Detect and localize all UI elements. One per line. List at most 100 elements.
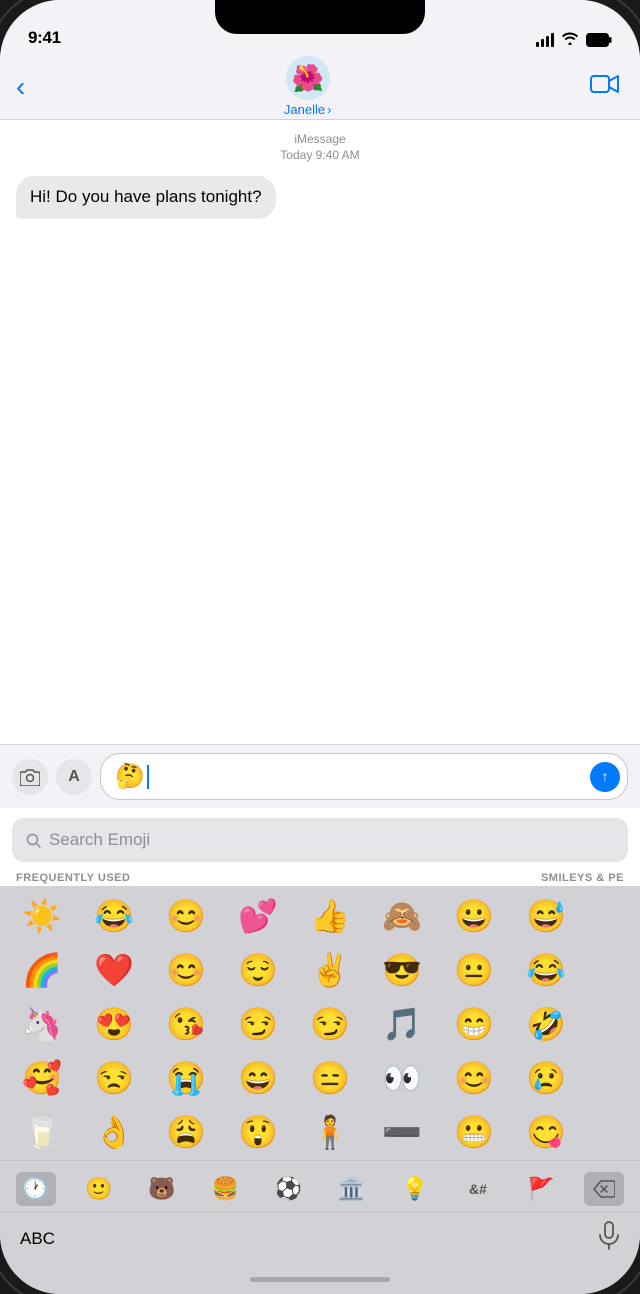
incoming-bubble: Hi! Do you have plans tonight?: [16, 176, 276, 219]
emoji-kiss[interactable]: 😘: [150, 998, 222, 1050]
signal-icon: [536, 33, 554, 47]
delete-icon: [593, 1180, 615, 1198]
back-arrow-icon: ‹: [16, 71, 25, 103]
camera-button[interactable]: [12, 759, 48, 795]
category-food[interactable]: 🍔: [205, 1172, 245, 1206]
notch: [215, 0, 425, 34]
back-button[interactable]: ‹: [16, 71, 25, 103]
category-sports[interactable]: ⚽: [268, 1172, 308, 1206]
emoji-cool[interactable]: 😎: [366, 944, 438, 996]
text-input-box[interactable]: 🤔: [100, 753, 628, 800]
emoji-laugh[interactable]: 😂: [78, 890, 150, 942]
emoji-hearteyes[interactable]: 😍: [78, 998, 150, 1050]
emoji-lovesmile[interactable]: 🥰: [6, 1052, 78, 1104]
category-objects[interactable]: 💡: [395, 1172, 435, 1206]
contact-info[interactable]: 🌺 Janelle ›: [284, 56, 332, 117]
home-bar: [250, 1277, 390, 1282]
emoji-grid: ☀️ 😂 😊 💕 👍 🙈 😀 😅 🌈 ❤️ 😊 😌 ✌️ 😎 😐 😂: [0, 886, 640, 1160]
emoji-wink[interactable]: 😏: [294, 998, 366, 1050]
emoji-search-bar[interactable]: Search Emoji: [12, 818, 628, 862]
video-call-button[interactable]: [590, 73, 620, 101]
emoji-grin[interactable]: 😀: [438, 890, 510, 942]
emoji-smile[interactable]: 😊: [150, 890, 222, 942]
emoji-person[interactable]: 🧍: [294, 1106, 366, 1158]
service-label: iMessage: [16, 132, 624, 146]
emoji-unicorn[interactable]: 🦄: [6, 998, 78, 1050]
emoji-bigsmile[interactable]: 😄: [222, 1052, 294, 1104]
mic-icon[interactable]: [598, 1221, 620, 1257]
abc-label[interactable]: ABC: [20, 1229, 55, 1249]
emoji-dash[interactable]: ➖: [366, 1106, 438, 1158]
input-emoji: 🤔: [115, 762, 145, 791]
category-smileys[interactable]: 🙂: [79, 1172, 119, 1206]
delete-button[interactable]: [584, 1172, 624, 1206]
category-symbols[interactable]: &#: [458, 1172, 498, 1206]
emoji-astonish[interactable]: 😲: [222, 1106, 294, 1158]
emoji-tired[interactable]: 😩: [150, 1106, 222, 1158]
emoji-row-1: ☀️ 😂 😊 💕 👍 🙈 😀 😅: [6, 890, 634, 942]
emoji-yum[interactable]: 😋: [510, 1106, 582, 1158]
home-indicator: [0, 1264, 640, 1294]
emoji-grimace[interactable]: 😬: [438, 1106, 510, 1158]
section-label-smileys: SMILEYS & PE: [541, 872, 624, 884]
text-input-wrapper: 🤔 ↑: [100, 753, 628, 800]
message-container: iMessage Today 9:40 AM Hi! Do you have p…: [0, 120, 640, 744]
emoji-category-bar: 🕐 🙂 🐻 🍔 ⚽ 🏛️ 💡 &# 🚩: [0, 1160, 640, 1212]
emoji-neutral[interactable]: 😐: [438, 944, 510, 996]
emoji-beam[interactable]: 😁: [438, 998, 510, 1050]
emoji-row-5: 🥛 👌 😩 😲 🧍 ➖ 😬 😋: [6, 1106, 634, 1158]
send-arrow-icon: ↑: [602, 768, 609, 784]
emoji-grinning[interactable]: 😊: [438, 1052, 510, 1104]
emoji-smirk[interactable]: 😏: [222, 998, 294, 1050]
emoji-sweat[interactable]: 😅: [510, 890, 582, 942]
emoji-expressionless[interactable]: 😑: [294, 1052, 366, 1104]
emoji-section-labels: FREQUENTLY USED SMILEYS & PE: [0, 868, 640, 886]
emoji-ok[interactable]: 👌: [78, 1106, 150, 1158]
emoji-tear[interactable]: 😢: [510, 1052, 582, 1104]
emoji-monkey[interactable]: 🙈: [366, 890, 438, 942]
emoji-happy[interactable]: 😊: [150, 944, 222, 996]
category-animals[interactable]: 🐻: [142, 1172, 182, 1206]
emoji-relieved[interactable]: 😌: [222, 944, 294, 996]
bubble-text: Hi! Do you have plans tonight?: [30, 187, 262, 206]
emoji-cry[interactable]: 😭: [150, 1052, 222, 1104]
emoji-unamused[interactable]: 😒: [78, 1052, 150, 1104]
input-area: A 🤔 ↑: [0, 744, 640, 808]
category-flags[interactable]: 🚩: [521, 1172, 561, 1206]
wifi-icon: [561, 31, 579, 48]
status-icons: [536, 31, 612, 48]
phone-shell: 9:41: [0, 0, 640, 1294]
avatar: 🌺: [286, 56, 330, 100]
emoji-row-4: 🥰 😒 😭 😄 😑 👀 😊 😢: [6, 1052, 634, 1104]
emoji-glass[interactable]: 🥛: [6, 1106, 78, 1158]
text-input-content: 🤔: [115, 762, 149, 791]
emoji-rofl[interactable]: 🤣: [510, 998, 582, 1050]
message-bubble-row: Hi! Do you have plans tonight?: [16, 176, 624, 219]
avatar-emoji: 🌺: [291, 63, 323, 94]
app-button[interactable]: A: [56, 759, 92, 795]
search-placeholder: Search Emoji: [49, 830, 150, 850]
message-time: Today 9:40 AM: [16, 148, 624, 162]
contact-name: Janelle: [284, 102, 325, 117]
send-button[interactable]: ↑: [590, 762, 620, 792]
battery-icon: [586, 33, 612, 47]
emoji-laughcry[interactable]: 😂: [510, 944, 582, 996]
emoji-row-2: 🌈 ❤️ 😊 😌 ✌️ 😎 😐 😂: [6, 944, 634, 996]
search-icon: [26, 833, 41, 848]
nav-bar: ‹ 🌺 Janelle ›: [0, 54, 640, 120]
category-travel[interactable]: 🏛️: [332, 1172, 372, 1206]
emoji-rainbow[interactable]: 🌈: [6, 944, 78, 996]
emoji-peace[interactable]: ✌️: [294, 944, 366, 996]
text-cursor: [147, 765, 149, 789]
emoji-sun[interactable]: ☀️: [6, 890, 78, 942]
category-recent[interactable]: 🕐: [16, 1172, 56, 1206]
status-time: 9:41: [28, 28, 61, 48]
section-label-frequently: FREQUENTLY USED: [16, 872, 130, 884]
emoji-eyes[interactable]: 👀: [366, 1052, 438, 1104]
abc-bar: ABC: [0, 1212, 640, 1264]
emoji-music[interactable]: 🎵: [366, 998, 438, 1050]
emoji-heart[interactable]: ❤️: [78, 944, 150, 996]
emoji-thumbsup[interactable]: 👍: [294, 890, 366, 942]
emoji-row-3: 🦄 😍 😘 😏 😏 🎵 😁 🤣: [6, 998, 634, 1050]
emoji-hearts[interactable]: 💕: [222, 890, 294, 942]
